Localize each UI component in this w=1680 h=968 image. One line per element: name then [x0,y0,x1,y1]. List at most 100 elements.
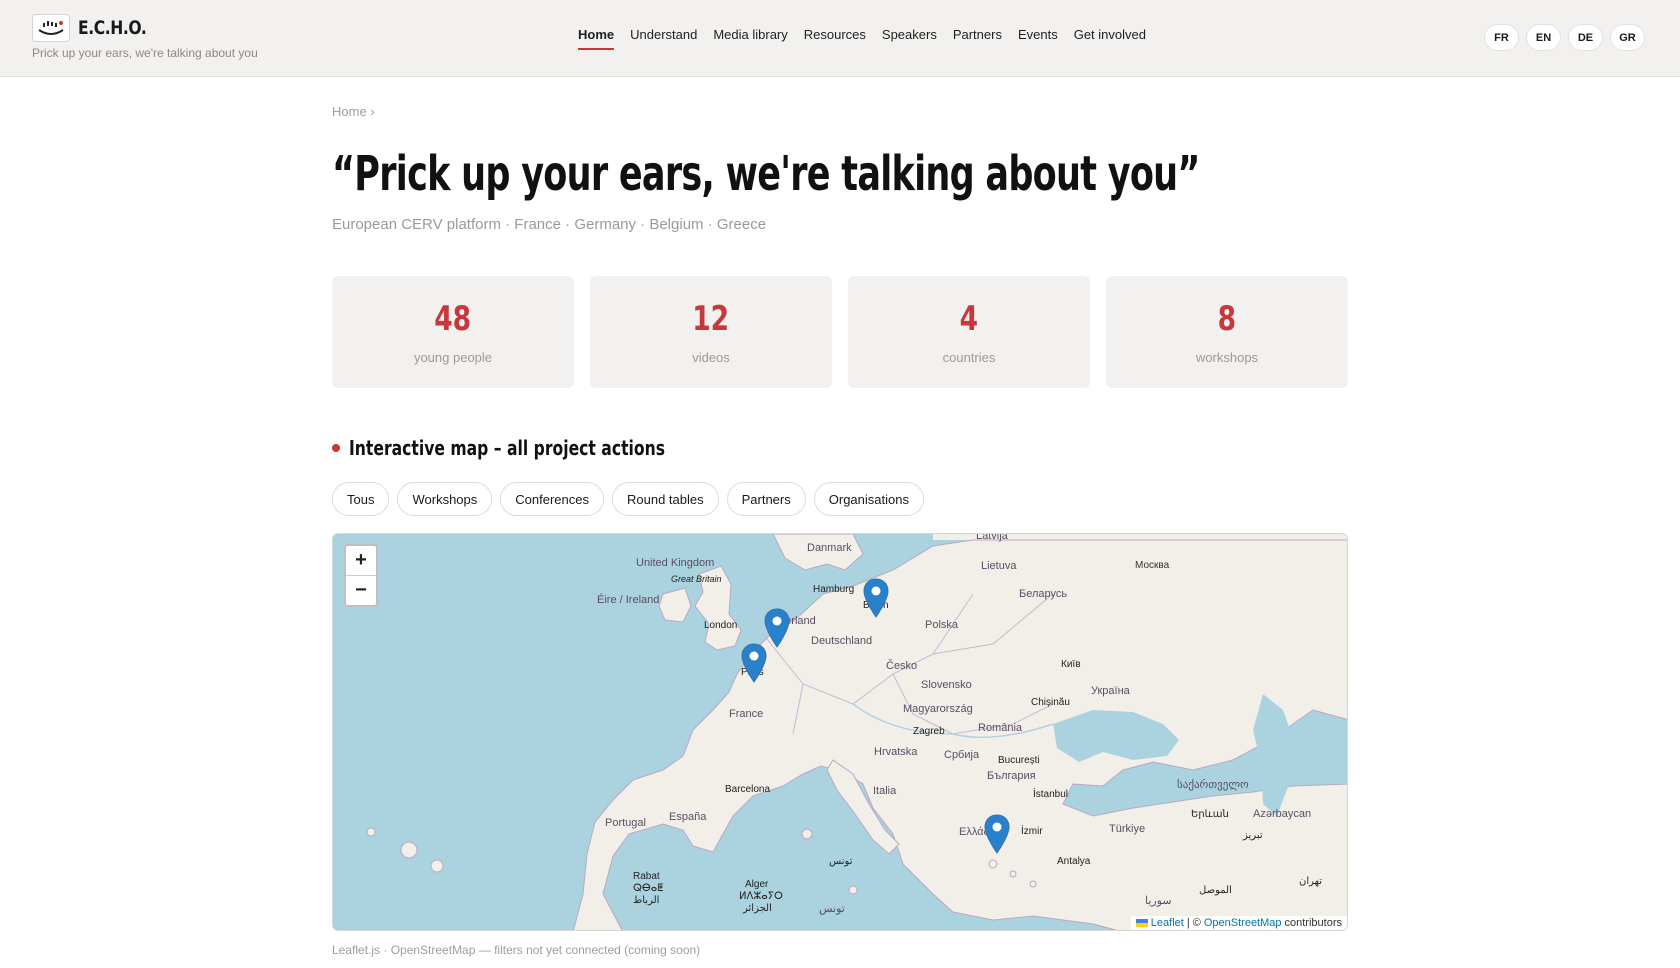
map-label: Alger [745,879,769,890]
filter-workshops-button[interactable]: Workshops [397,482,493,516]
site-tagline: Prick up your ears, we're talking about … [32,46,258,60]
stat-card: 48 young people [332,276,574,388]
stats-row: 48 young people 12 videos 4 countries 8 … [332,276,1348,388]
ukraine-flag-icon [1135,919,1148,927]
map-label: Great Britain [671,574,722,584]
map-marker-brussels[interactable] [764,608,790,648]
filter-partners-button[interactable]: Partners [726,482,806,516]
nav-home[interactable]: Home [578,27,615,50]
stat-card: 4 countries [848,276,1090,388]
ear-logo-icon [32,14,70,42]
nav-events[interactable]: Events [1018,27,1058,50]
map-label: İzmir [1021,824,1043,837]
nav-understand[interactable]: Understand [630,27,697,50]
map-label: Երևան [1191,809,1229,820]
map-marker-paris[interactable] [741,643,767,683]
map-label: București [998,755,1040,766]
map-label: سوريا [1145,895,1172,907]
map-label: Lietuva [981,560,1017,572]
map-label: Hrvatska [874,746,918,758]
map-label: ⵍⴷⵣⴰⵢⵔ [739,891,783,902]
map-label: الجزائر [742,903,772,914]
nav-resources[interactable]: Resources [804,27,866,50]
map-label: Antalya [1057,856,1091,867]
osm-link[interactable]: OpenStreetMap [1204,917,1282,929]
logo[interactable]: E.C.H.O. [32,14,161,42]
zoom-in-button[interactable]: + [346,546,376,575]
lang-en-button[interactable]: EN [1526,24,1561,51]
map-label: Italia [873,785,897,797]
map-label: Azərbaycan [1253,808,1311,820]
map-label: United Kingdom [636,557,714,569]
attribution-suffix: contributors [1284,917,1342,929]
map-marker-athens[interactable] [984,814,1010,854]
zoom-control: + − [344,544,378,607]
map-marker-berlin[interactable] [863,578,889,618]
map-label: საქართველო [1177,778,1249,791]
map-label: Latvija [976,534,1009,542]
leaflet-link[interactable]: Leaflet [1151,917,1184,929]
nav-speakers[interactable]: Speakers [882,27,937,50]
lang-de-button[interactable]: DE [1568,24,1603,51]
map-label: Chișinău [1031,697,1070,708]
map-label: Беларусь [1019,588,1067,600]
map-label: Deutschland [811,635,872,647]
map-label: България [987,770,1036,782]
breadcrumb[interactable]: Home › [332,104,375,119]
logo-text: E.C.H.O. [78,17,147,39]
page-subtitle: European CERV platform · France · German… [332,216,767,233]
stat-value: 12 [692,299,730,339]
filter-round-tables-button[interactable]: Round tables [611,482,719,516]
map-label: Danmark [807,542,852,554]
lang-gr-button[interactable]: GR [1610,24,1645,51]
attribution-separator: | © [1186,917,1201,929]
map-label: Zagreb [913,726,945,737]
map-label: Magyarország [903,703,973,715]
map-label: Slovensko [921,679,972,691]
lang-fr-button[interactable]: FR [1484,24,1519,51]
map-label: Hamburg [813,584,854,595]
map-label: România [978,722,1023,734]
map-label: تونس [829,856,853,867]
map-label: İstanbul [1033,787,1068,800]
map-label: Portugal [605,817,646,829]
map-label: London [704,620,737,631]
filter-organisations-button[interactable]: Organisations [813,482,924,516]
map-label: Polska [925,619,959,631]
map-label: ⵕⴱⴰⵟ [633,883,663,894]
stat-label: countries [942,350,996,365]
stat-label: young people [413,350,493,365]
map-attribution: Leaflet | © OpenStreetMap contributors [1130,916,1347,930]
map-tiles: Latvija Danmark Москва United Kingdom Gr… [333,534,1347,930]
stat-value: 48 [434,299,472,339]
stat-card: 12 videos [590,276,832,388]
nav-media-library[interactable]: Media library [713,27,787,50]
section-heading: Interactive map – all project actions [349,436,665,460]
zoom-out-button[interactable]: − [346,575,376,605]
map-filters: Tous Workshops Conferences Round tables … [332,482,924,516]
map-label: Србија [944,749,980,761]
nav-get-involved[interactable]: Get involved [1074,27,1146,50]
nav-partners[interactable]: Partners [953,27,1002,50]
stat-value: 8 [1217,299,1237,339]
stat-label: workshops [1195,350,1259,365]
map-label: تونس [819,903,845,915]
stat-card: 8 workshops [1106,276,1348,388]
map-label: تهران [1299,876,1322,887]
filter-all-button[interactable]: Tous [332,482,390,516]
interactive-map[interactable]: Latvija Danmark Москва United Kingdom Gr… [332,533,1348,931]
map-label: Україна [1091,685,1131,697]
filter-conferences-button[interactable]: Conferences [500,482,604,516]
map-label: الموصل [1199,885,1232,896]
map-footnote: Leaflet.js · OpenStreetMap — filters not… [332,943,701,957]
main-nav: Home Understand Media library Resources … [578,27,1146,50]
map-label: Česko [886,659,917,672]
map-label: Москва [1135,560,1170,571]
site-header: E.C.H.O. Prick up your ears, we're talki… [0,0,1680,77]
map-label: Türkiye [1109,823,1145,835]
map-label: Rabat [633,871,660,882]
map-label: Barcelona [725,784,770,795]
map-label: España [669,811,707,823]
map-label: Éire / Ireland [597,593,659,606]
page-title: “Prick up your ears, we're talking about… [332,146,1200,202]
